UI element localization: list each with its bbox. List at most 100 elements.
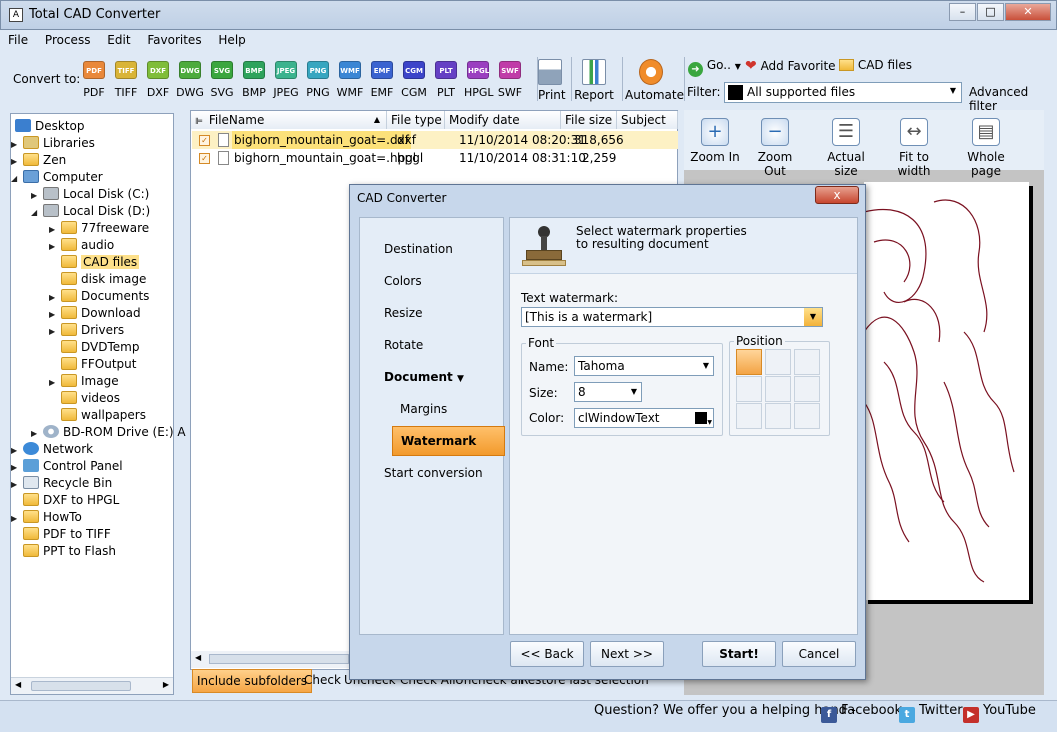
expand-arrow-icon[interactable]: ▶ (11, 459, 23, 476)
convert-svg-button[interactable]: SVG SVG (208, 61, 236, 99)
expand-arrow-icon[interactable]: ▶ (49, 306, 61, 323)
position-bottom-center[interactable] (765, 403, 791, 429)
tree-item-folder[interactable]: wallpapers (49, 407, 146, 424)
fit-width-button[interactable]: ↔ Fit to width (882, 118, 946, 178)
zoom-out-button[interactable]: − Zoom Out (746, 118, 804, 178)
twitter-link[interactable]: t Twitter (899, 703, 963, 723)
tree-item-bdrom[interactable]: ▶ BD-ROM Drive (E:) A (31, 424, 186, 441)
tree-item-folder[interactable]: disk image (49, 271, 146, 288)
convert-dxf-button[interactable]: DXF DXF (144, 61, 172, 99)
convert-dwg-button[interactable]: DWG DWG (176, 61, 204, 99)
column-modify-date[interactable]: Modify date (445, 111, 561, 129)
position-middle-right[interactable] (794, 376, 820, 402)
report-button[interactable]: Report (574, 59, 614, 102)
convert-wmf-button[interactable]: WMF WMF (336, 61, 364, 99)
text-watermark-combo[interactable]: [This is a watermark] ▼ (521, 307, 823, 327)
expand-arrow-icon[interactable]: ▶ (11, 153, 23, 170)
tree-item-folder[interactable]: ▶ audio (49, 237, 114, 254)
convert-png-button[interactable]: PNG PNG (304, 61, 332, 99)
include-subfolders-toggle[interactable]: Include subfolders (192, 669, 313, 693)
menu-favorites[interactable]: Favorites (147, 33, 201, 47)
cad-files-favorite[interactable]: CAD files (839, 58, 912, 72)
tree-item-control-panel[interactable]: ▶ Control Panel (11, 458, 123, 475)
convert-hpgl-button[interactable]: HPGL HPGL (464, 61, 494, 99)
convert-cgm-button[interactable]: CGM CGM (400, 61, 428, 99)
tree-item-computer[interactable]: ◢ Computer (11, 169, 103, 186)
scroll-right-icon[interactable]: ▶ (163, 680, 169, 689)
row-checkbox[interactable]: ✓ (199, 153, 210, 164)
expand-arrow-icon[interactable]: ▶ (11, 476, 23, 493)
convert-emf-button[interactable]: EMF EMF (368, 61, 396, 99)
expand-arrow-icon[interactable]: ▶ (49, 238, 61, 255)
font-name-select[interactable]: Tahoma ▼ (574, 356, 714, 376)
nav-document[interactable]: Document ▼ (384, 370, 464, 384)
back-button[interactable]: << Back (510, 641, 584, 667)
font-color-select[interactable]: clWindowText ▼ (574, 408, 714, 428)
column-subject[interactable]: Subject (617, 111, 678, 129)
menu-help[interactable]: Help (218, 33, 245, 47)
position-center[interactable] (765, 376, 791, 402)
close-button[interactable]: ✕ (1005, 3, 1051, 21)
go-button[interactable]: ➜ Go.. ▼ (688, 58, 741, 77)
scroll-thumb[interactable] (31, 681, 131, 691)
position-top-right[interactable] (794, 349, 820, 375)
scroll-left-icon[interactable]: ◀ (195, 653, 201, 662)
tree-item-folder[interactable]: DXF to HPGL (11, 492, 119, 509)
expand-arrow-icon[interactable]: ▶ (49, 323, 61, 340)
print-button[interactable]: Print (538, 59, 566, 102)
expand-arrow-icon[interactable]: ▶ (11, 136, 23, 153)
tree-item-recycle-bin[interactable]: ▶ Recycle Bin (11, 475, 112, 492)
nav-destination[interactable]: Destination (384, 242, 453, 256)
zoom-in-button[interactable]: + Zoom In (690, 118, 740, 164)
table-row[interactable]: ✓ bighorn_mountain_goat=.dxf dxf 11/10/2… (192, 131, 678, 149)
tree-item-folder[interactable]: ▶ Download (49, 305, 141, 322)
position-top-center[interactable] (765, 349, 791, 375)
collapse-arrow-icon[interactable]: ◢ (31, 204, 43, 221)
position-top-left[interactable] (736, 349, 762, 375)
tree-item-folder[interactable]: CAD files (49, 254, 140, 271)
cancel-button[interactable]: Cancel (782, 641, 856, 667)
minimize-button[interactable]: – (949, 3, 976, 21)
tree-item-desktop[interactable]: Desktop (15, 118, 85, 135)
tree-item-folder[interactable]: PPT to Flash (11, 543, 116, 560)
tree-item-folder[interactable]: PDF to TIFF (11, 526, 111, 543)
tree-item-libraries[interactable]: ▶ Libraries (11, 135, 95, 152)
tree-item-network[interactable]: ▶ Network (11, 441, 93, 458)
menu-file[interactable]: File (8, 33, 28, 47)
convert-pdf-button[interactable]: PDF PDF (80, 61, 108, 99)
youtube-link[interactable]: ▶ YouTube (963, 703, 1036, 723)
tree-scrollbar[interactable]: ◀ ▶ (11, 677, 173, 694)
add-favorite-button[interactable]: ❤ Add Favorite (745, 58, 836, 74)
start-button[interactable]: Start! (702, 641, 776, 667)
dialog-close-button[interactable]: x (815, 186, 859, 204)
expand-arrow-icon[interactable]: ▶ (49, 374, 61, 391)
next-button[interactable]: Next >> (590, 641, 664, 667)
check-button[interactable]: Check (304, 673, 341, 687)
scroll-left-icon[interactable]: ◀ (15, 680, 21, 689)
advanced-filter-link[interactable]: Advanced filter (969, 85, 1050, 113)
scroll-thumb[interactable] (209, 654, 349, 664)
position-bottom-left[interactable] (736, 403, 762, 429)
whole-page-button[interactable]: ▤ Whole page (952, 118, 1020, 178)
filter-select[interactable]: All supported files ▼ (724, 82, 962, 103)
tree-item-folder[interactable]: ▶ Drivers (49, 322, 124, 339)
file-list-scrollbar[interactable]: ◀ (191, 651, 351, 668)
convert-bmp-button[interactable]: BMP BMP (240, 61, 268, 99)
automate-button[interactable]: Automate (625, 59, 684, 102)
tree-item-folder[interactable]: ▶ Documents (49, 288, 149, 305)
chevron-down-icon[interactable]: ▼ (804, 308, 822, 326)
maximize-button[interactable]: □ (977, 3, 1004, 21)
expand-arrow-icon[interactable]: ▶ (49, 221, 61, 238)
nav-colors[interactable]: Colors (384, 274, 422, 288)
nav-margins[interactable]: Margins (400, 402, 447, 416)
position-bottom-right[interactable] (794, 403, 820, 429)
tree-item-folder[interactable]: FFOutput (49, 356, 137, 373)
tree-item-local-d[interactable]: ◢ Local Disk (D:) (31, 203, 150, 220)
column-filename[interactable]: ⊫ FileName ▲ (191, 111, 387, 129)
menu-process[interactable]: Process (45, 33, 91, 47)
expand-arrow-icon[interactable]: ▶ (31, 425, 43, 442)
column-file-size[interactable]: File size (561, 111, 617, 129)
font-size-select[interactable]: 8 ▼ (574, 382, 642, 402)
tree-item-folder[interactable]: ▶ HowTo (11, 509, 82, 526)
convert-plt-button[interactable]: PLT PLT (432, 61, 460, 99)
